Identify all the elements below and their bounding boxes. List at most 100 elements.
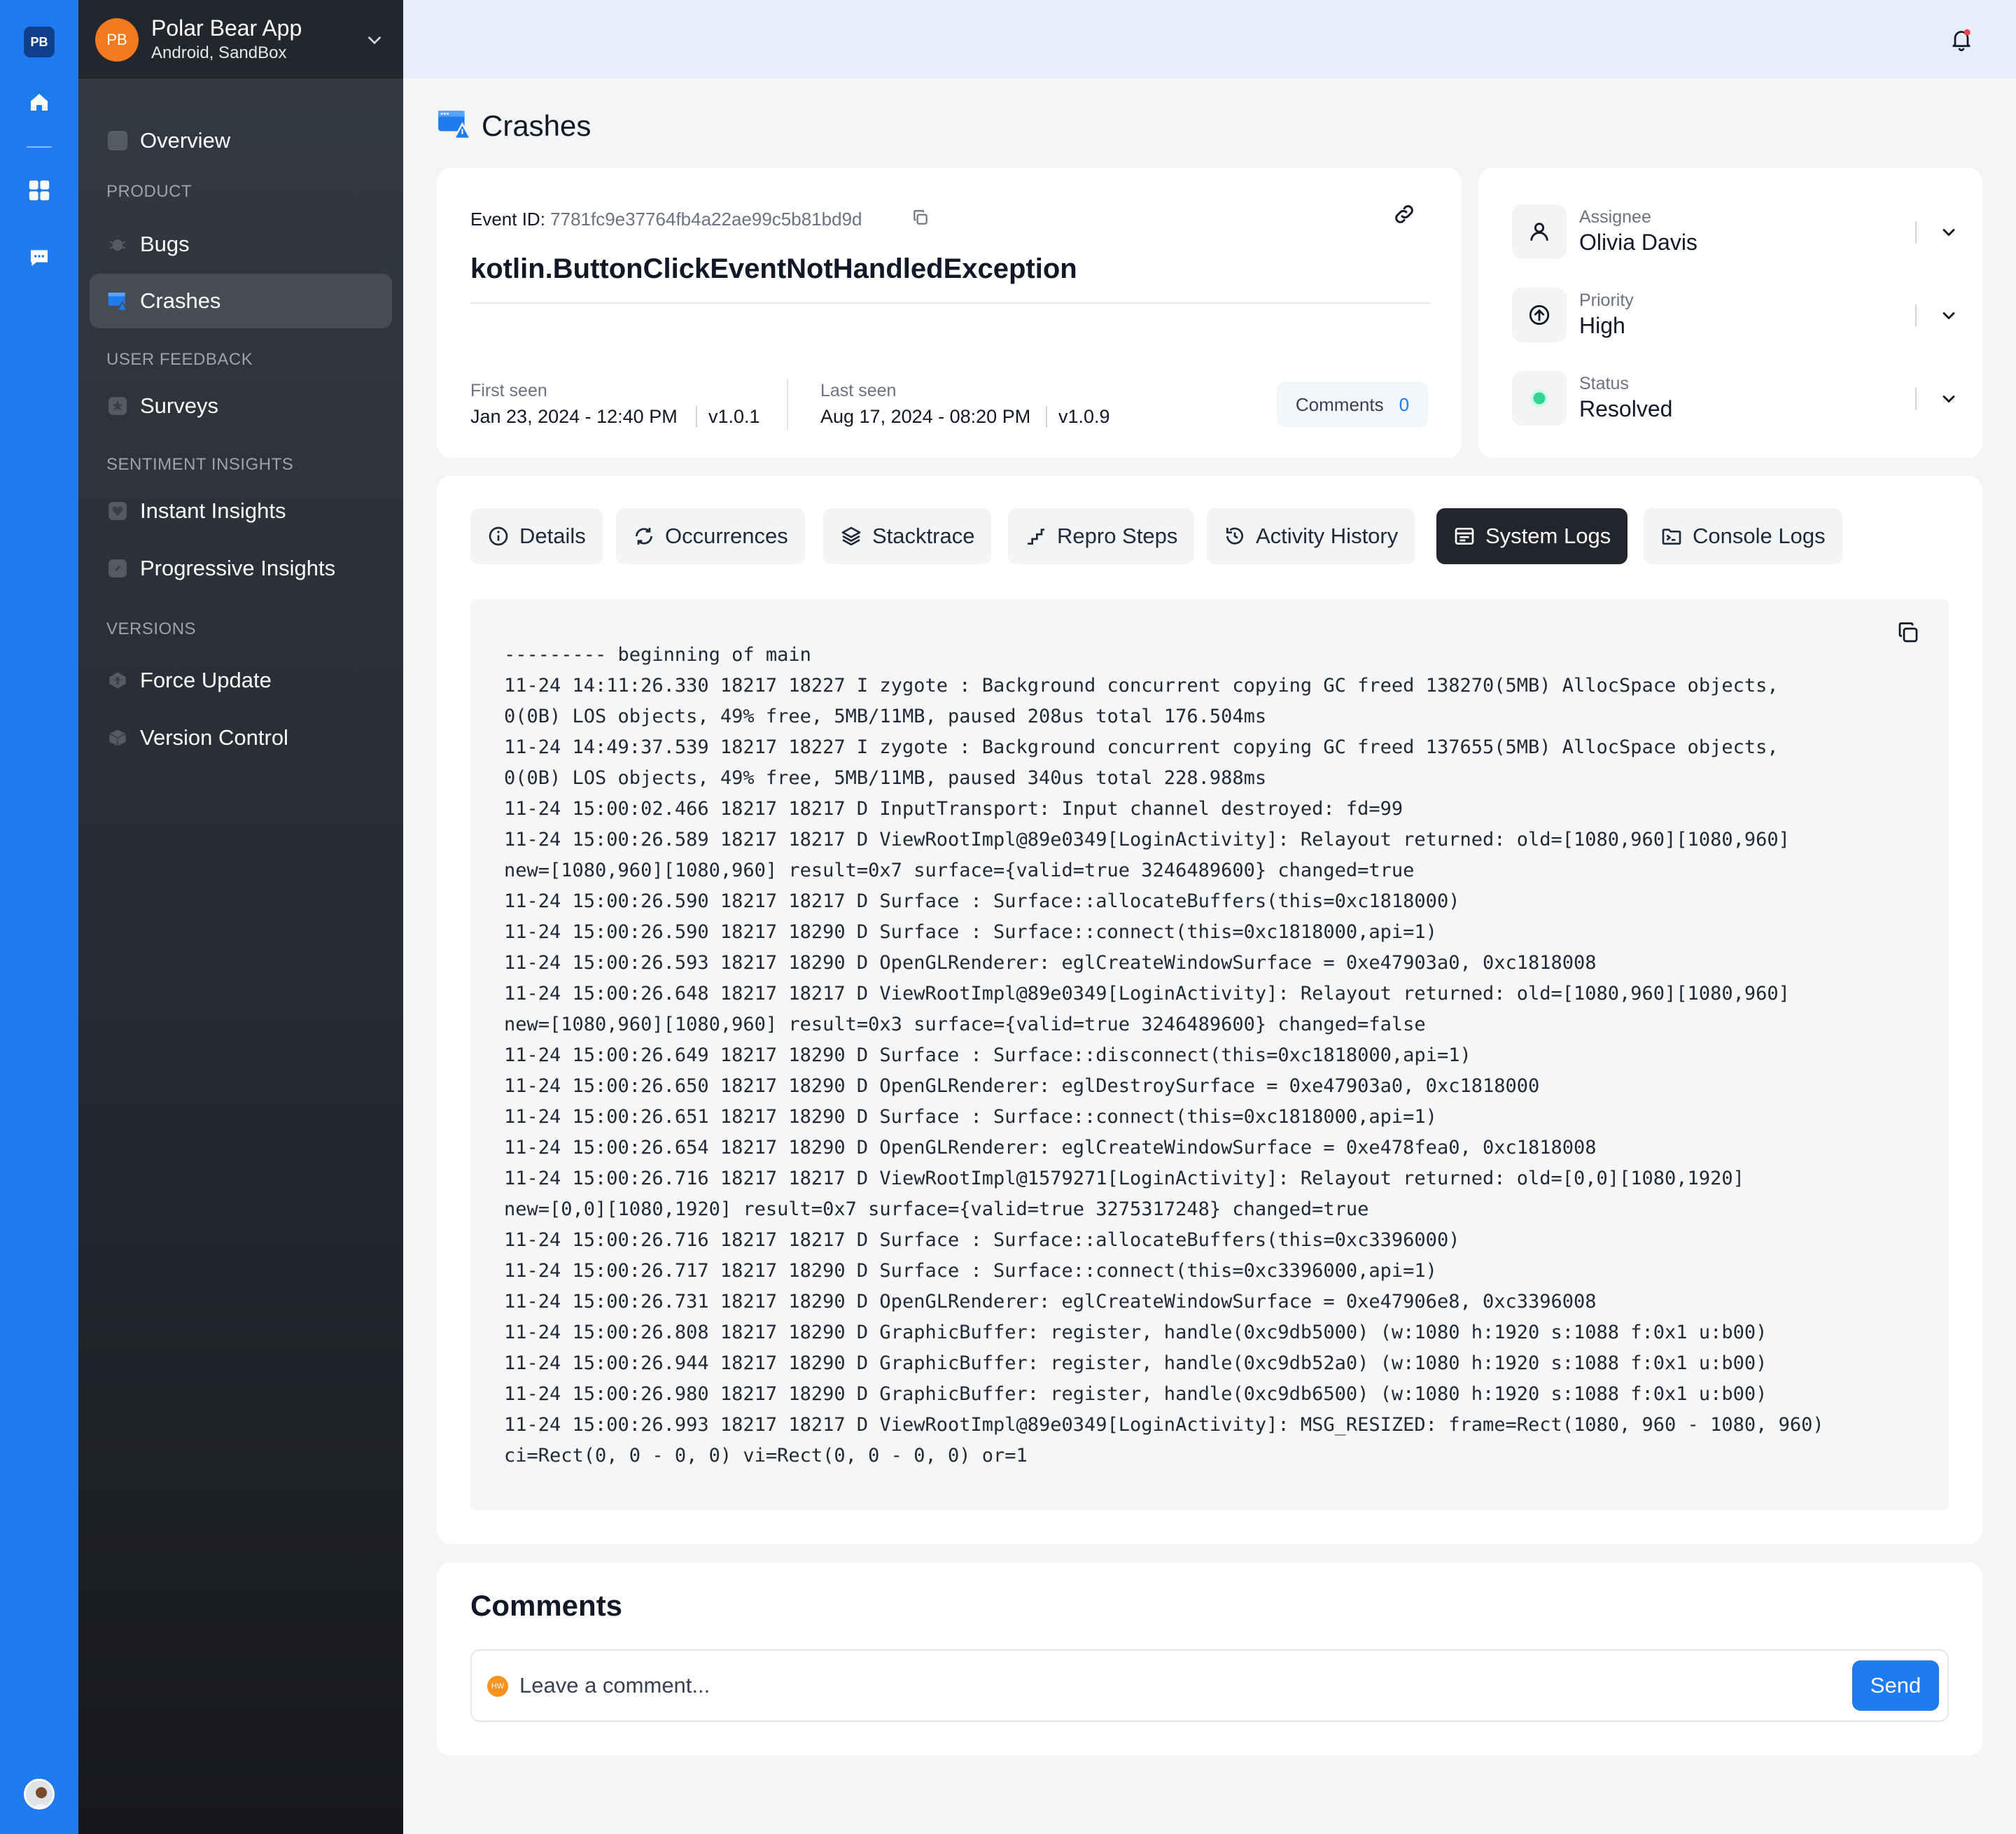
sidebar-item-force-update[interactable]: Force Update bbox=[90, 653, 392, 708]
event-id: Event ID: 7781fc9e37764fb4a22ae99c5b81bd… bbox=[470, 209, 862, 230]
send-button[interactable]: Send bbox=[1852, 1660, 1939, 1711]
avatar: HW bbox=[487, 1676, 508, 1697]
bell-icon[interactable] bbox=[1949, 27, 1974, 55]
tab-label: System Logs bbox=[1485, 524, 1611, 548]
chevron-down-icon[interactable] bbox=[365, 31, 384, 52]
exception-title: kotlin.ButtonClickEventNotHandledExcepti… bbox=[470, 253, 1077, 284]
info-icon bbox=[487, 525, 510, 547]
sidebar-item-bugs[interactable]: Bugs bbox=[90, 217, 392, 272]
chat-icon[interactable] bbox=[25, 244, 53, 272]
priority-select[interactable]: Priority High bbox=[1512, 281, 1960, 351]
upload-icon bbox=[106, 669, 129, 692]
sidebar-item-label: Force Update bbox=[140, 668, 272, 692]
refresh-icon bbox=[633, 525, 655, 547]
sidebar: PB Polar Bear App Android, SandBox Overv… bbox=[78, 0, 403, 1834]
section-label-sentiment: SENTIMENT INSIGHTS bbox=[106, 455, 294, 474]
logs-icon bbox=[1453, 525, 1476, 547]
sidebar-item-label: Bugs bbox=[140, 232, 190, 256]
last-seen-version: v1.0.9 bbox=[1046, 406, 1110, 428]
last-seen-value: Aug 17, 2024 - 08:20 PM bbox=[820, 406, 1031, 427]
comments-button[interactable]: Comments 0 bbox=[1277, 382, 1428, 427]
logs-card: Details Occurrences Stacktrace Repro Ste… bbox=[437, 476, 1982, 1544]
tab-activity-history[interactable]: Activity History bbox=[1207, 508, 1415, 564]
sidebar-item-label: Surveys bbox=[140, 393, 218, 418]
app-switcher[interactable]: PB Polar Bear App Android, SandBox bbox=[78, 0, 403, 78]
properties-card: Assignee Olivia Davis Priority High Stat… bbox=[1478, 168, 1982, 458]
user-icon bbox=[1512, 204, 1567, 259]
crash-icon bbox=[437, 106, 472, 145]
history-icon bbox=[1224, 525, 1246, 547]
app-subtitle: Android, SandBox bbox=[151, 43, 287, 62]
status-dot-icon bbox=[1512, 371, 1567, 426]
divider bbox=[787, 379, 788, 430]
status-value: Resolved bbox=[1579, 396, 1673, 421]
user-avatar[interactable] bbox=[24, 1779, 55, 1809]
chevron-down-icon[interactable] bbox=[1939, 223, 1959, 246]
section-label-product: PRODUCT bbox=[106, 182, 192, 201]
sidebar-item-overview[interactable]: Overview bbox=[90, 113, 392, 168]
crash-icon bbox=[106, 290, 129, 312]
system-logs-panel[interactable]: --------- beginning of main 11-24 14:11:… bbox=[470, 599, 1949, 1511]
chevron-down-icon[interactable] bbox=[1939, 306, 1959, 329]
sidebar-item-surveys[interactable]: Surveys bbox=[90, 379, 392, 433]
rail-divider bbox=[27, 146, 52, 148]
priority-label: Priority bbox=[1579, 290, 1634, 310]
page-title: Crashes bbox=[482, 108, 592, 142]
tab-label: Activity History bbox=[1256, 524, 1399, 548]
sidebar-item-instant-insights[interactable]: Instant Insights bbox=[90, 484, 392, 538]
log-text: --------- beginning of main 11-24 14:11:… bbox=[504, 644, 1824, 1466]
link-chain-icon bbox=[106, 557, 129, 580]
tab-console-logs[interactable]: Console Logs bbox=[1644, 508, 1842, 564]
sidebar-item-version-control[interactable]: Version Control bbox=[90, 710, 392, 765]
tab-details[interactable]: Details bbox=[470, 508, 603, 564]
box-icon bbox=[106, 727, 129, 749]
heart-icon bbox=[106, 500, 129, 522]
first-seen-value: Jan 23, 2024 - 12:40 PM bbox=[470, 406, 678, 427]
comments-count: 0 bbox=[1399, 393, 1410, 415]
comment-box: HW Send bbox=[470, 1649, 1949, 1722]
page-header: Crashes bbox=[437, 106, 591, 145]
tab-system-logs[interactable]: System Logs bbox=[1436, 508, 1628, 564]
link-icon[interactable] bbox=[1392, 202, 1417, 230]
bug-icon bbox=[106, 233, 129, 255]
tab-label: Repro Steps bbox=[1057, 524, 1178, 548]
tab-repro-steps[interactable]: Repro Steps bbox=[1008, 508, 1195, 564]
status-label: Status bbox=[1579, 374, 1629, 393]
comments-title: Comments bbox=[470, 1589, 623, 1622]
divider bbox=[1915, 304, 1917, 327]
sidebar-item-crashes[interactable]: Crashes bbox=[90, 274, 392, 328]
sidebar-item-label: Crashes bbox=[140, 288, 221, 313]
first-seen-version: v1.0.1 bbox=[696, 406, 760, 428]
sidebar-item-label: Instant Insights bbox=[140, 498, 286, 523]
tab-stacktrace[interactable]: Stacktrace bbox=[823, 508, 992, 564]
first-seen-label: First seen bbox=[470, 381, 547, 400]
chevron-down-icon[interactable] bbox=[1939, 389, 1959, 412]
comments-card: Comments HW Send bbox=[437, 1562, 1982, 1756]
divider bbox=[470, 302, 1431, 304]
home-icon[interactable] bbox=[25, 88, 53, 116]
last-seen-label: Last seen bbox=[820, 381, 897, 400]
comments-label: Comments bbox=[1295, 393, 1384, 415]
comment-input[interactable] bbox=[519, 1667, 1849, 1704]
sidebar-item-label: Version Control bbox=[140, 725, 288, 750]
sidebar-item-label: Progressive Insights bbox=[140, 556, 336, 580]
layers-icon bbox=[840, 525, 862, 547]
divider bbox=[1915, 388, 1917, 410]
tab-label: Occurrences bbox=[665, 524, 788, 548]
copy-icon[interactable] bbox=[911, 209, 930, 230]
tab-occurrences[interactable]: Occurrences bbox=[616, 508, 805, 564]
steps-icon bbox=[1025, 525, 1047, 547]
event-id-label: Event ID: bbox=[470, 209, 551, 230]
priority-value: High bbox=[1579, 313, 1625, 338]
section-label-user-feedback: USER FEEDBACK bbox=[106, 350, 253, 369]
tab-label: Console Logs bbox=[1693, 524, 1826, 548]
star-icon bbox=[106, 395, 129, 417]
assignee-value: Olivia Davis bbox=[1579, 230, 1698, 255]
divider bbox=[1915, 221, 1917, 244]
workspace-logo[interactable]: PB bbox=[24, 27, 55, 57]
grid-icon[interactable] bbox=[25, 176, 53, 204]
status-select[interactable]: Status Resolved bbox=[1512, 364, 1960, 434]
app-avatar: PB bbox=[95, 18, 139, 62]
sidebar-item-progressive-insights[interactable]: Progressive Insights bbox=[90, 541, 392, 596]
assignee-select[interactable]: Assignee Olivia Davis bbox=[1512, 197, 1960, 267]
